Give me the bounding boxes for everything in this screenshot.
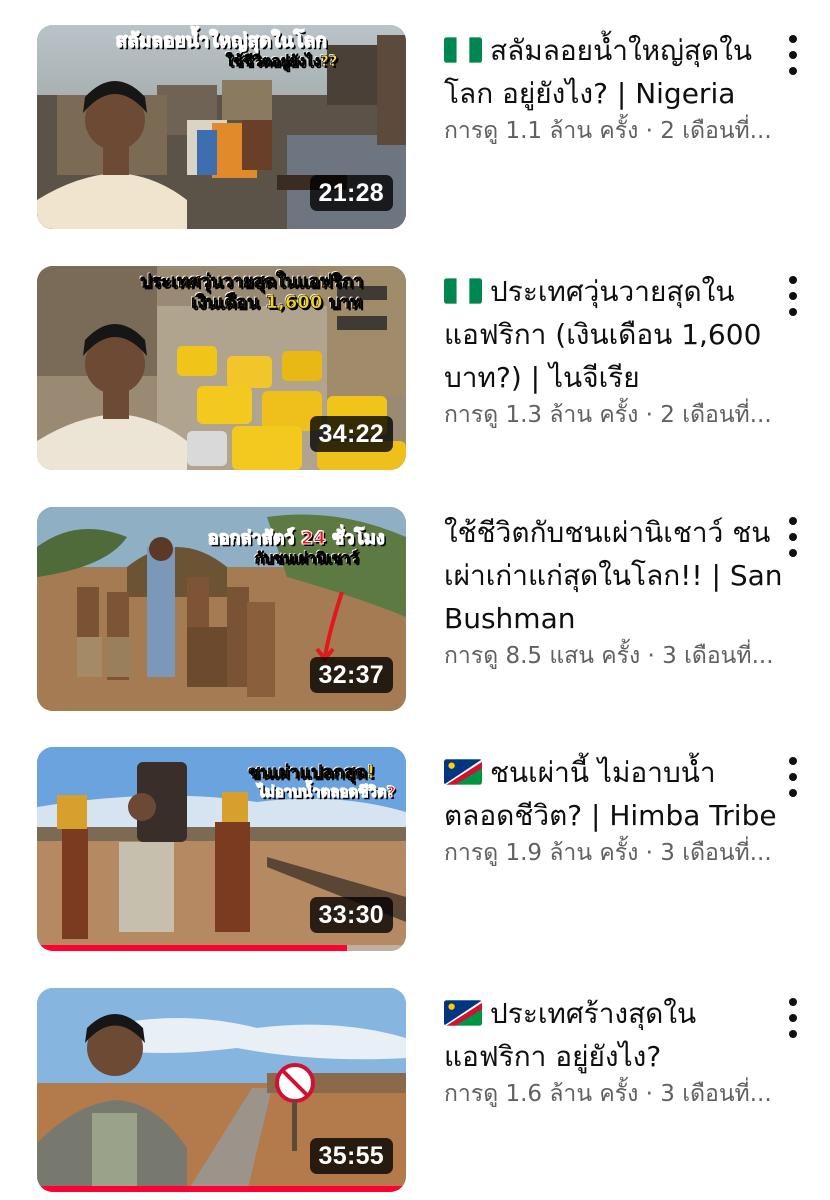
video-thumbnail[interactable]: ชนเผ่าแปลกสุด! ไม่อาบน้ำตลอดชีวิต? 33:30 [37, 747, 406, 951]
namibia-flag-icon [444, 1000, 482, 1026]
video-thumbnail[interactable]: สลัมลอยน้ำใหญ่สุดในโลก ใช้ชีวิตอยู่ยังไง… [37, 25, 406, 229]
video-duration: 32:37 [309, 657, 393, 693]
watch-progress-fill [37, 1186, 406, 1192]
watch-progress-bar [37, 1186, 406, 1192]
video-title[interactable]: ใช้ชีวิตกับชนเผ่านิเชาว์ ชนเผ่าเก่าแก่สุ… [444, 511, 784, 640]
thumbnail-caption: สลัมลอยน้ำใหญ่สุดในโลก ใช้ชีวิตอยู่ยังไง… [115, 30, 338, 70]
video-meta: การดู 1.9 ล้าน ครั้ง · 3 เดือนที่... [444, 840, 772, 866]
video-info[interactable]: สลัมลอยน้ำใหญ่สุดในโลก อยู่ยังไง? | Nige… [444, 29, 784, 146]
namibia-flag-icon [444, 759, 482, 785]
thumbnail-caption: ชนเผ่าแปลกสุด! ไม่อาบน้ำตลอดชีวิต? [247, 762, 396, 801]
video-thumbnail[interactable]: 35:55 [37, 988, 406, 1192]
video-title[interactable]: สลัมลอยน้ำใหญ่สุดในโลก อยู่ยังไง? | Nige… [444, 29, 784, 115]
video-item[interactable]: ประเทศวุ่นวายสุดในแอฟริกา เงินเดือน 1,60… [0, 266, 830, 476]
video-title-text: ชนเผ่านี้ ไม่อาบน้ำ ตลอดชีวิต? | Himba T… [444, 756, 777, 832]
video-thumbnail[interactable]: ประเทศวุ่นวายสุดในแอฟริกา เงินเดือน 1,60… [37, 266, 406, 470]
video-duration: 35:55 [309, 1138, 393, 1174]
more-vert-icon[interactable] [782, 517, 804, 557]
video-item[interactable]: ชนเผ่าแปลกสุด! ไม่อาบน้ำตลอดชีวิต? 33:30… [0, 747, 830, 957]
video-item[interactable]: 35:55 ประเทศร้างสุดใน แอฟริกา อยู่ยังไง?… [0, 988, 830, 1198]
video-item[interactable]: ออกล่าสัตว์ 24 ชั่วโมง กับชนเผ่านิเชาว์ … [0, 507, 830, 717]
video-info[interactable]: ใช้ชีวิตกับชนเผ่านิเชาว์ ชนเผ่าเก่าแก่สุ… [444, 511, 784, 671]
video-meta: การดู 8.5 แสน ครั้ง · 3 เดือนที่... [444, 643, 774, 669]
video-info[interactable]: ประเทศวุ่นวายสุดในแอฟริกา (เงินเดือน 1,6… [444, 270, 784, 430]
video-duration: 34:22 [309, 416, 393, 452]
video-title-text: สลัมลอยน้ำใหญ่สุดในโลก อยู่ยังไง? | Nige… [444, 34, 753, 110]
nigeria-flag-icon [444, 278, 482, 304]
video-item[interactable]: สลัมลอยน้ำใหญ่สุดในโลก ใช้ชีวิตอยู่ยังไง… [0, 25, 830, 235]
nigeria-flag-icon [444, 37, 482, 63]
watch-progress-bar [37, 945, 406, 951]
more-vert-icon[interactable] [782, 276, 804, 316]
thumbnail-caption: ออกล่าสัตว์ 24 ชั่วโมง กับชนเผ่านิเชาว์ [208, 528, 386, 567]
thumbnail-caption: ประเทศวุ่นวายสุดในแอฟริกา เงินเดือน 1,60… [140, 271, 364, 313]
video-duration: 21:28 [309, 175, 393, 211]
video-thumbnail[interactable]: ออกล่าสัตว์ 24 ชั่วโมง กับชนเผ่านิเชาว์ … [37, 507, 406, 711]
video-meta: การดู 1.1 ล้าน ครั้ง · 2 เดือนที่... [444, 118, 772, 144]
video-title-text: ประเทศวุ่นวายสุดในแอฟริกา (เงินเดือน 1,6… [444, 275, 762, 394]
video-meta: การดู 1.3 ล้าน ครั้ง · 2 เดือนที่... [444, 402, 772, 428]
more-vert-icon[interactable] [782, 35, 804, 75]
video-info[interactable]: ประเทศร้างสุดใน แอฟริกา อยู่ยังไง? การดู… [444, 992, 784, 1109]
video-title[interactable]: ชนเผ่านี้ ไม่อาบน้ำ ตลอดชีวิต? | Himba T… [444, 751, 784, 837]
more-vert-icon[interactable] [782, 998, 804, 1038]
more-vert-icon[interactable] [782, 757, 804, 797]
video-info[interactable]: ชนเผ่านี้ ไม่อาบน้ำ ตลอดชีวิต? | Himba T… [444, 751, 784, 868]
video-title[interactable]: ประเทศวุ่นวายสุดในแอฟริกา (เงินเดือน 1,6… [444, 270, 784, 399]
watch-progress-fill [37, 945, 347, 951]
video-meta: การดู 1.6 ล้าน ครั้ง · 3 เดือนที่... [444, 1081, 772, 1107]
video-feed: สลัมลอยน้ำใหญ่สุดในโลก ใช้ชีวิตอยู่ยังไง… [0, 0, 830, 1200]
video-duration: 33:30 [309, 897, 393, 933]
video-title[interactable]: ประเทศร้างสุดใน แอฟริกา อยู่ยังไง? [444, 992, 784, 1078]
